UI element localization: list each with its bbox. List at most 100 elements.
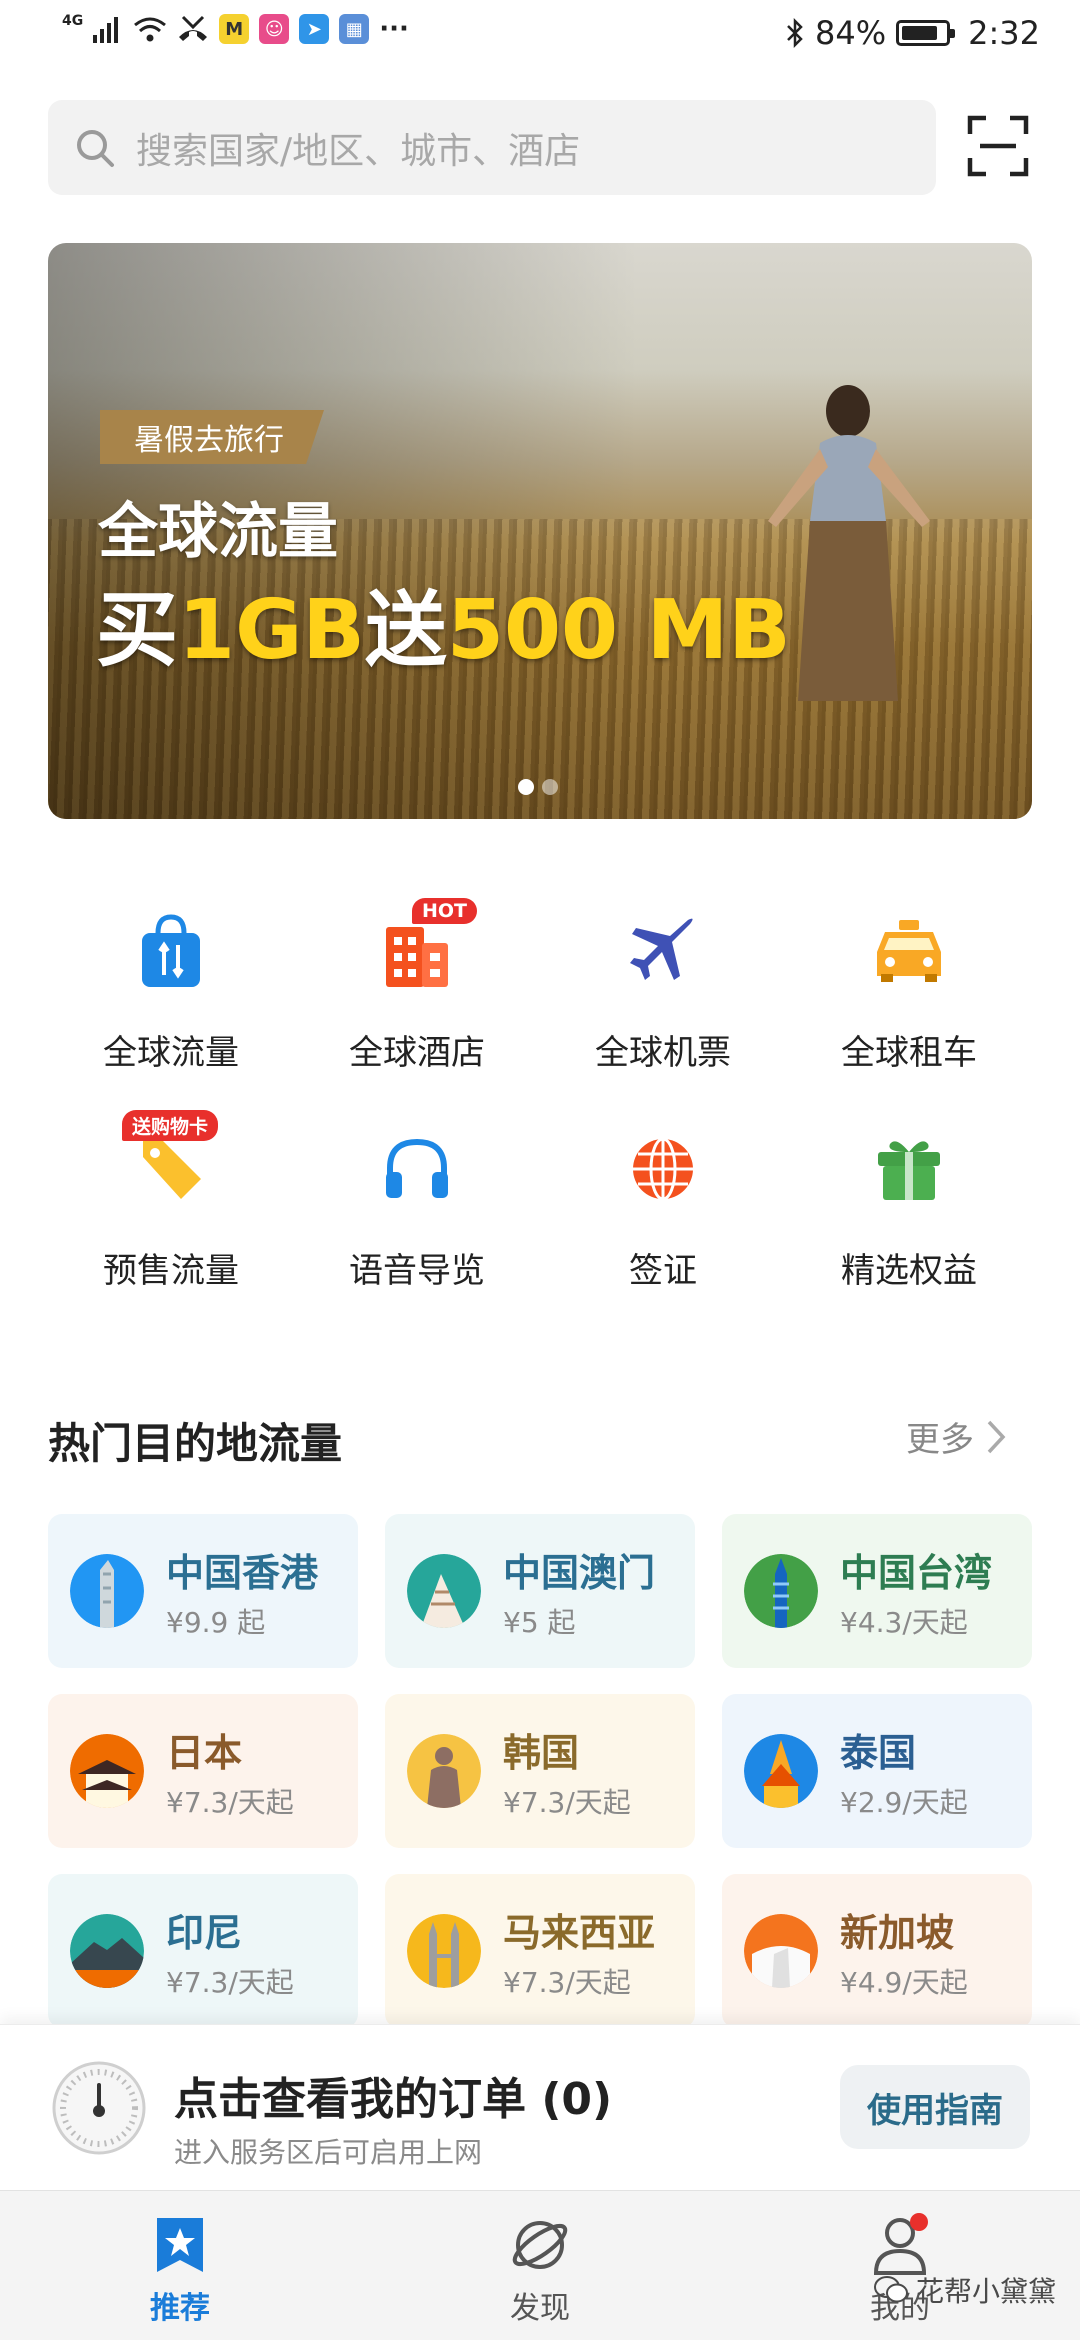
carousel-dot[interactable] <box>518 779 534 795</box>
wifi-icon <box>134 17 167 42</box>
destination-card[interactable]: 中国香港 ¥9.9 起 <box>48 1514 358 1668</box>
tab-recommend[interactable]: 推荐 <box>80 2191 280 2340</box>
menu-label: 签证 <box>629 1251 697 1291</box>
status-left: 4G M ☺ ➤ ▦ ··· <box>62 13 409 44</box>
paper-plane-app-icon: ➤ <box>299 14 330 44</box>
tab-label: 推荐 <box>150 2291 210 2326</box>
hotel-building-icon: HOT <box>372 898 478 991</box>
destination-thumbnail <box>744 1734 818 1808</box>
destination-card[interactable]: 新加坡 ¥4.9/天起 <box>722 1874 1032 2028</box>
destination-name: 日本 <box>166 1730 243 1775</box>
battery-icon <box>896 20 956 46</box>
status-right: 84% 2:32 <box>785 14 1040 52</box>
more-link[interactable]: 更多 <box>906 1412 1006 1461</box>
destination-price: ¥5 起 <box>503 1605 576 1639</box>
chevron-right-icon <box>987 1420 1006 1453</box>
mail-app-icon: M <box>219 14 250 44</box>
watermark-text: 花帮小黛黛 <box>916 2275 1057 2308</box>
destination-grid: 中国香港 ¥9.9 起 中国澳门 ¥5 起 中国台湾 ¥4.3/天起 日本 ¥7… <box>48 1514 1032 2028</box>
banner-tag: 暑假去旅行 <box>100 410 324 464</box>
destination-price: ¥9.9 起 <box>166 1605 266 1639</box>
menu-item-presale-data[interactable]: 送购物卡 预售流量 <box>48 1110 294 1292</box>
destination-price: ¥4.9/天起 <box>840 1965 968 1999</box>
destination-thumbnail <box>744 1914 818 1988</box>
destination-name: 马来西亚 <box>503 1910 656 1955</box>
more-notifications-icon: ··· <box>379 14 409 44</box>
menu-item-audio-guide[interactable]: 语音导览 <box>294 1118 540 1292</box>
status-bar: 4G M ☺ ➤ ▦ ··· 84% 2:32 <box>0 0 1080 76</box>
destination-price: ¥2.9/天起 <box>840 1785 968 1819</box>
order-bar[interactable]: 点击查看我的订单 (0) 进入服务区后可启用上网 使用指南 <box>0 2024 1080 2190</box>
shopping-bag-icon <box>126 910 216 991</box>
banner-title: 全球流量 <box>98 497 338 567</box>
bluetooth-icon <box>787 17 803 49</box>
destination-card[interactable]: 印尼 ¥7.3/天起 <box>48 1874 358 2028</box>
scan-qr-icon[interactable] <box>966 114 1030 178</box>
tab-label: 发现 <box>510 2291 570 2326</box>
menu-label: 全球酒店 <box>349 1033 485 1073</box>
gift-icon <box>864 1128 954 1209</box>
promo-banner[interactable]: 暑假去旅行 全球流量 买1GB送500 MB <box>48 243 1032 819</box>
destination-name: 中国台湾 <box>840 1550 993 1595</box>
menu-item-visa[interactable]: 签证 <box>540 1118 786 1292</box>
airplane-icon <box>618 910 708 991</box>
menu-item-car-rental[interactable]: 全球租车 <box>786 900 1032 1074</box>
battery-percent: 84% <box>815 14 887 52</box>
destination-name: 韩国 <box>503 1730 580 1775</box>
watermark: 花帮小黛黛 <box>874 2270 1056 2310</box>
more-label: 更多 <box>906 1420 974 1460</box>
map-app-icon: ▦ <box>339 14 370 44</box>
price-tag-icon: 送购物卡 <box>122 1110 219 1209</box>
menu-item-global-hotel[interactable]: HOT 全球酒店 <box>294 898 540 1074</box>
destination-thumbnail <box>70 1734 144 1808</box>
destination-name: 中国香港 <box>166 1550 319 1595</box>
quick-menu: 全球流量 HOT 全球酒店 全球机票 全球租车 送购物卡 预售流量 语音导览 签… <box>48 898 1032 1292</box>
destination-card[interactable]: 韩国 ¥7.3/天起 <box>385 1694 695 1848</box>
section-title: 热门目的地流量 <box>48 1419 343 1468</box>
menu-label: 全球机票 <box>595 1033 731 1073</box>
carousel-dot[interactable] <box>542 779 558 795</box>
destination-card[interactable]: 中国澳门 ¥5 起 <box>385 1514 695 1668</box>
menu-label: 全球流量 <box>103 1033 239 1073</box>
destination-card[interactable]: 马来西亚 ¥7.3/天起 <box>385 1874 695 2028</box>
menu-label: 精选权益 <box>841 1251 977 1291</box>
tab-discover[interactable]: 发现 <box>440 2191 640 2340</box>
carousel-dots <box>518 779 558 795</box>
destination-card[interactable]: 日本 ¥7.3/天起 <box>48 1694 358 1848</box>
destination-thumbnail <box>70 1914 144 1988</box>
taxi-icon <box>864 910 954 991</box>
destination-name: 中国澳门 <box>503 1550 656 1595</box>
destination-thumbnail <box>407 1914 481 1988</box>
menu-item-global-flight[interactable]: 全球机票 <box>540 900 786 1074</box>
menu-label: 全球租车 <box>841 1033 977 1073</box>
destination-name: 印尼 <box>166 1910 243 1955</box>
tab-bar: 推荐 发现 我的 <box>0 2190 1080 2340</box>
destination-card[interactable]: 泰国 ¥2.9/天起 <box>722 1694 1032 1848</box>
destination-price: ¥7.3/天起 <box>166 1785 294 1819</box>
user-icon <box>870 2213 930 2277</box>
order-subtitle: 进入服务区后可启用上网 <box>174 2136 483 2169</box>
destination-thumbnail <box>407 1734 481 1808</box>
clock: 2:32 <box>968 14 1040 52</box>
search-input[interactable]: 搜索国家/地区、城市、酒店 <box>48 100 936 195</box>
missed-call-icon <box>179 15 208 41</box>
destination-card[interactable]: 中国台湾 ¥4.3/天起 <box>722 1514 1032 1668</box>
tab-mine[interactable]: 我的 <box>800 2191 1000 2340</box>
destination-price: ¥7.3/天起 <box>503 1785 631 1819</box>
network-type: 4G <box>62 13 84 29</box>
user-guide-button[interactable]: 使用指南 <box>840 2065 1030 2149</box>
notification-dot <box>910 2213 928 2231</box>
smile-app-icon: ☺ <box>259 14 290 44</box>
destination-name: 泰国 <box>840 1730 917 1775</box>
banner-promo: 买1GB送500 MB <box>96 583 791 678</box>
bookmark-star-icon <box>150 2213 210 2277</box>
destination-price: ¥7.3/天起 <box>503 1965 631 1999</box>
timer-icon <box>52 2061 146 2155</box>
gift-card-badge: 送购物卡 <box>122 1110 219 1141</box>
menu-label: 预售流量 <box>103 1251 239 1291</box>
menu-item-global-data[interactable]: 全球流量 <box>48 900 294 1074</box>
menu-item-benefits[interactable]: 精选权益 <box>786 1118 1032 1292</box>
destination-name: 新加坡 <box>840 1910 955 1955</box>
destination-thumbnail <box>744 1554 818 1628</box>
headphones-icon <box>372 1128 462 1209</box>
